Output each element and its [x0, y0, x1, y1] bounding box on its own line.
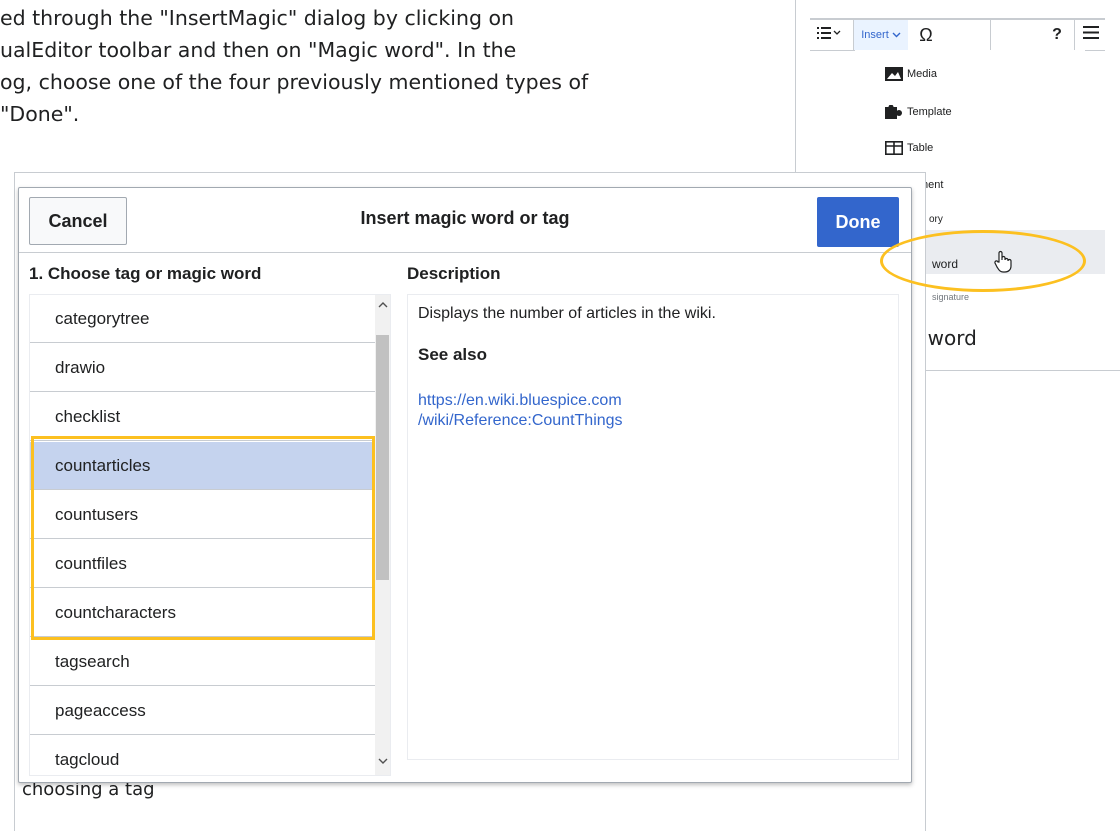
list-icon — [817, 26, 843, 45]
list-item[interactable]: countfiles — [30, 540, 375, 588]
reference-link[interactable]: https://en.wiki.bluespice.com /wiki/Refe… — [418, 391, 888, 431]
scrollbar-thumb[interactable] — [376, 335, 389, 580]
insert-label: Insert — [861, 29, 889, 41]
menu-item-category[interactable]: ory — [929, 214, 943, 225]
dialog-header: Cancel Insert magic word or tag Done — [19, 188, 911, 253]
list-item[interactable]: pageaccess — [30, 687, 375, 735]
insert-menu-button[interactable]: Insert — [854, 20, 908, 50]
chevron-up-icon[interactable] — [375, 298, 390, 313]
done-button[interactable]: Done — [817, 197, 899, 247]
menu-item-template[interactable]: Template — [885, 104, 952, 119]
list-heading: 1. Choose tag or magic word — [29, 264, 262, 283]
editor-toolbar: Insert Ω ? — [810, 18, 1105, 51]
menu-item-label: Template — [907, 106, 952, 118]
toolbar-separator — [1074, 20, 1075, 50]
list-item[interactable]: countusers — [30, 491, 375, 539]
special-character-button[interactable]: Ω — [910, 20, 942, 50]
list-item[interactable]: tagsearch — [30, 638, 375, 686]
omega-icon: Ω — [919, 24, 933, 45]
list-item[interactable]: tagcloud — [30, 736, 375, 775]
list-menu-button[interactable] — [810, 20, 850, 50]
list-item[interactable]: countcharacters — [30, 589, 375, 637]
description-panel: Displays the number of articles in the w… — [407, 294, 899, 760]
see-also-heading: See also — [418, 345, 487, 364]
menu-button[interactable] — [1076, 20, 1105, 50]
article-line: og, choose one of the four previously me… — [0, 70, 589, 94]
help-button[interactable]: ? — [1042, 20, 1072, 50]
list-item[interactable]: categorytree — [30, 295, 375, 343]
menu-item-label: Table — [907, 142, 934, 154]
menu-item-table[interactable]: Table — [885, 141, 933, 155]
description-heading: Description — [407, 264, 501, 283]
menu-item-signature[interactable]: signature — [932, 292, 969, 302]
toolbar-separator — [990, 20, 991, 50]
help-icon: ? — [1052, 26, 1062, 43]
hand-pointer-icon — [992, 250, 1014, 277]
list-scrollbar[interactable] — [375, 295, 390, 775]
description-text: Displays the number of articles in the w… — [418, 305, 716, 322]
list-item[interactable]: countarticles — [30, 442, 375, 490]
image-icon — [885, 67, 903, 81]
menu-item-media[interactable]: Media — [885, 67, 937, 81]
insert-magic-word-dialog: Cancel Insert magic word or tag Done 1. … — [18, 187, 912, 783]
article-text: ed through the "InsertMagic" dialog by c… — [0, 2, 780, 130]
link-line: https://en.wiki.bluespice.com — [418, 392, 622, 409]
link-line: /wiki/Reference:CountThings — [418, 412, 623, 429]
menu-item-label: word — [932, 256, 959, 271]
hamburger-icon — [1082, 26, 1099, 44]
menu-item-label: signature — [932, 292, 970, 302]
chevron-down-icon — [892, 29, 901, 41]
list-item[interactable]: drawio — [30, 344, 375, 392]
list-item[interactable]: checklist — [30, 393, 375, 441]
tag-list: categorytree drawio checklist countartic… — [29, 294, 391, 776]
article-line: "Done". — [0, 102, 80, 126]
puzzle-icon — [885, 104, 903, 119]
table-icon — [885, 141, 903, 155]
menu-item-label: ory — [929, 214, 943, 225]
dialog-title: Insert magic word or tag — [360, 208, 570, 228]
menu-item-magic-word[interactable]: word — [932, 250, 1014, 277]
article-line: ed through the "InsertMagic" dialog by c… — [0, 6, 515, 30]
article-line: ualEditor toolbar and then on "Magic wor… — [0, 38, 517, 62]
chevron-down-icon[interactable] — [375, 755, 390, 770]
menu-item-label: Media — [907, 68, 937, 80]
